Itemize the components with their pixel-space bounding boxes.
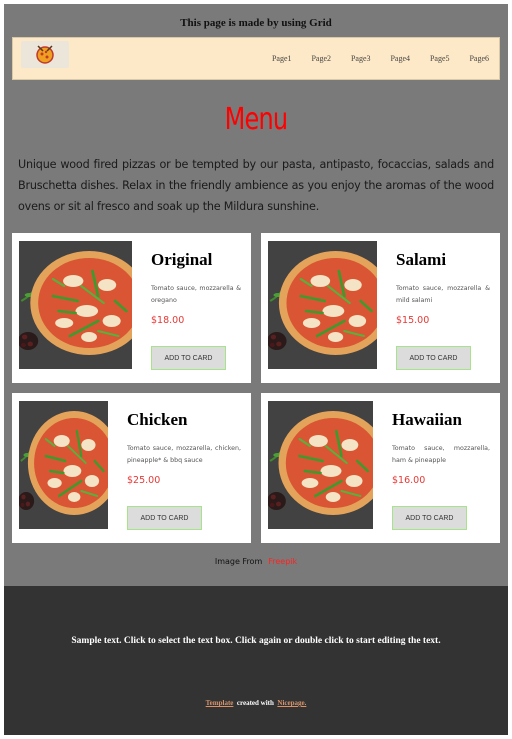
menu-card-original: Original Tomato sauce, mozzarella & oreg… xyxy=(12,233,251,383)
image-credit-label: Image From xyxy=(214,557,263,566)
add-to-card-button[interactable]: ADD TO CARD xyxy=(392,506,467,530)
menu-card-hawaiian: Hawaiian Tomato sauce, mozzarella, ham &… xyxy=(261,393,500,543)
footer-text[interactable]: Sample text. Click to select the text bo… xyxy=(4,636,508,646)
nav-link-page1[interactable]: Page1 xyxy=(262,54,302,63)
navbar: Page1 Page2 Page3 Page4 Page5 Page6 xyxy=(12,37,500,80)
card-price: $15.00 xyxy=(396,315,430,326)
card-description: Tomato sauce, mozzarella & oregano xyxy=(151,285,241,304)
card-description: Tomato sauce, mozzarella, chicken, pinea… xyxy=(127,445,241,464)
add-to-card-button[interactable]: ADD TO CARD xyxy=(151,346,226,370)
menu-card-chicken: Chicken Tomato sauce, mozzarella, chicke… xyxy=(12,393,251,543)
menu-title: Menu xyxy=(224,102,288,137)
top-note: This page is made by using Grid xyxy=(180,17,332,29)
nav-link-page5[interactable]: Page5 xyxy=(420,54,460,63)
card-title: Salami xyxy=(396,250,447,269)
footer: Sample text. Click to select the text bo… xyxy=(4,586,508,735)
image-credit: Image From Freepik xyxy=(4,557,508,566)
created-with-text: created with xyxy=(236,699,274,707)
pizza-image xyxy=(268,241,377,369)
pizza-image xyxy=(268,401,373,529)
card-info: Hawaiian Tomato sauce, mozzarella, ham &… xyxy=(392,401,490,486)
card-info: Chicken Tomato sauce, mozzarella, chicke… xyxy=(127,401,241,486)
pizza-image xyxy=(19,241,132,369)
card-description: Tomato sauce, mozzarella, ham & pineappl… xyxy=(392,445,490,464)
freepik-link[interactable]: Freepik xyxy=(268,557,297,566)
menu-card-salami: Salami Tomato sauce, mozzarella & mild s… xyxy=(261,233,500,383)
card-title: Hawaiian xyxy=(392,410,462,429)
card-title: Chicken xyxy=(127,410,188,429)
nicepage-link[interactable]: Nicepage. xyxy=(277,699,306,707)
nav-link-page3[interactable]: Page3 xyxy=(341,54,381,63)
card-info: Salami Tomato sauce, mozzarella & mild s… xyxy=(396,241,490,326)
nav-link-page6[interactable]: Page6 xyxy=(460,54,500,63)
nav-link-page2[interactable]: Page2 xyxy=(302,54,342,63)
card-title: Original xyxy=(151,250,213,269)
add-to-card-button[interactable]: ADD TO CARD xyxy=(396,346,471,370)
card-price: $25.00 xyxy=(127,475,161,486)
template-link[interactable]: Template xyxy=(206,699,234,707)
card-price: $16.00 xyxy=(392,475,426,486)
pizza-logo-icon[interactable] xyxy=(21,41,69,68)
page-frame: This page is made by using Grid Page1 Pa… xyxy=(4,4,508,735)
menu-intro: Unique wood fired pizzas or be tempted b… xyxy=(18,158,494,213)
add-to-card-button[interactable]: ADD TO CARD xyxy=(127,506,202,530)
nav-link-page4[interactable]: Page4 xyxy=(381,54,421,63)
nav-links: Page1 Page2 Page3 Page4 Page5 Page6 xyxy=(262,54,499,63)
pizza-image xyxy=(19,401,108,529)
footer-credits: Template created with Nicepage. xyxy=(4,699,508,707)
card-info: Original Tomato sauce, mozzarella & oreg… xyxy=(151,241,241,326)
card-price: $18.00 xyxy=(151,315,185,326)
card-description: Tomato sauce, mozzarella & mild salami xyxy=(396,285,490,304)
